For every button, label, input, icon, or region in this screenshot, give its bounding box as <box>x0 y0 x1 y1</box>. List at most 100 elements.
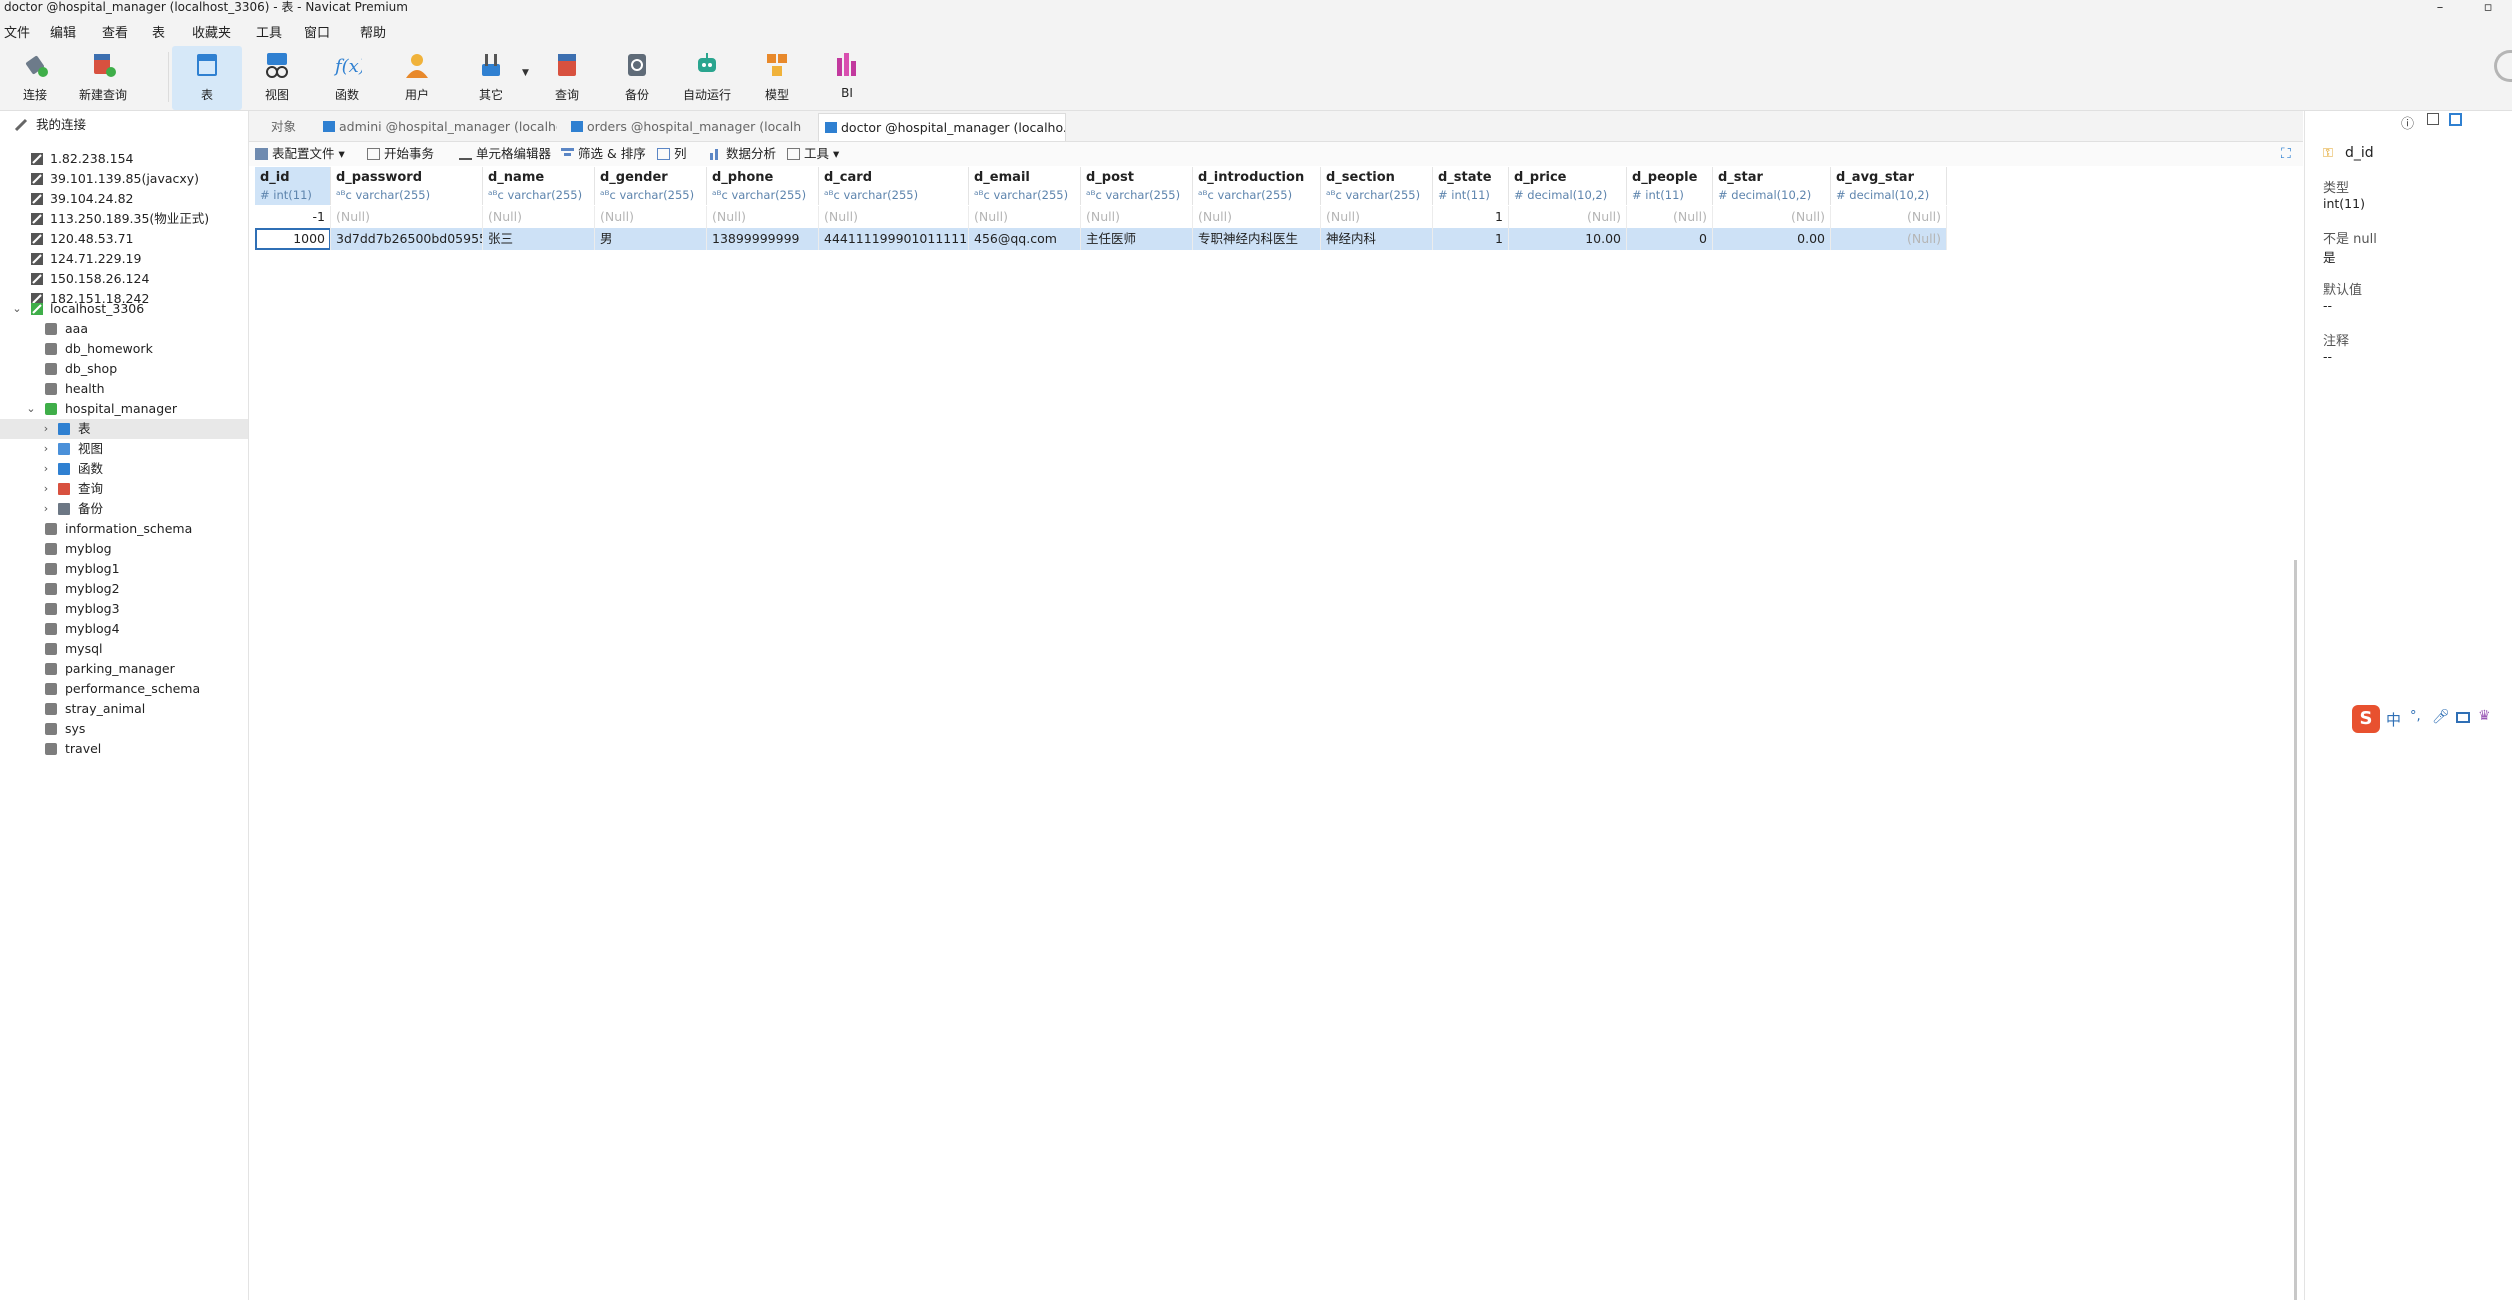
tree-database[interactable]: myblog <box>0 539 248 559</box>
chevron-right-icon[interactable]: › <box>40 499 52 519</box>
column-header[interactable]: d_state # int(11) <box>1433 167 1509 205</box>
table-cell[interactable]: (Null) <box>595 206 707 228</box>
tree-database[interactable]: myblog4 <box>0 619 248 639</box>
table-cell[interactable]: 444111199901011111 <box>819 228 969 250</box>
minimize-button[interactable]: – <box>2428 0 2452 15</box>
chevron-right-icon[interactable]: › <box>40 459 52 479</box>
tree-database[interactable]: myblog1 <box>0 559 248 579</box>
cell-editor-button[interactable]: 单元格编辑器 <box>459 145 551 163</box>
tree-connection[interactable]: 39.101.139.85(javacxy) <box>0 169 248 189</box>
tree-database[interactable]: travel <box>0 739 248 759</box>
column-header[interactable]: d_id # int(11) <box>255 167 331 205</box>
table-cell[interactable]: (Null) <box>819 206 969 228</box>
tree-database[interactable]: aaa <box>0 319 248 339</box>
table-cell[interactable]: (Null) <box>1831 206 1947 228</box>
tree-connection[interactable]: 1.82.238.154 <box>0 149 248 169</box>
table-cell[interactable]: 神经内科 <box>1321 228 1433 250</box>
menu-table[interactable]: 表 <box>152 22 165 41</box>
tab-doctor[interactable]: doctor @hospital_manager (localho... <box>818 113 1066 141</box>
menu-favorites[interactable]: 收藏夹 <box>192 22 231 41</box>
table-cell[interactable]: (Null) <box>707 206 819 228</box>
tree-connection[interactable]: 113.250.189.35(物业正式) <box>0 209 248 229</box>
tree-object-group[interactable]: › 查询 <box>0 479 248 499</box>
fullscreen-icon[interactable]: ⛶ <box>2281 145 2291 163</box>
sogou-logo-icon[interactable]: S <box>2352 705 2380 733</box>
user-button[interactable]: 用户 <box>382 46 452 110</box>
tree-connection[interactable]: 120.48.53.71 <box>0 229 248 249</box>
maximize-button[interactable]: ▫ <box>2476 0 2500 15</box>
table-cell[interactable]: (Null) <box>1713 206 1831 228</box>
chevron-right-icon[interactable]: › <box>40 439 52 459</box>
table-cell[interactable]: 1 <box>1433 228 1509 250</box>
tree-connection[interactable]: 150.158.26.124 <box>0 269 248 289</box>
chevron-right-icon[interactable]: › <box>40 479 52 499</box>
tree-object-group[interactable]: › 函数 <box>0 459 248 479</box>
tab-objects[interactable]: 对象 <box>265 113 315 141</box>
tree-database[interactable]: myblog2 <box>0 579 248 599</box>
table-cell[interactable]: 1 <box>1433 206 1509 228</box>
menu-help[interactable]: 帮助 <box>360 22 386 41</box>
chevron-down-icon[interactable]: ⌄ <box>25 399 37 419</box>
column-header[interactable]: d_star # decimal(10,2) <box>1713 167 1831 205</box>
table-cell[interactable]: (Null) <box>1831 228 1947 250</box>
tree-database[interactable]: parking_manager <box>0 659 248 679</box>
data-analysis-button[interactable]: 数据分析 <box>709 145 776 163</box>
column-header[interactable]: d_section ᵃᴮc varchar(255) <box>1321 167 1433 205</box>
tree-database[interactable]: sys <box>0 719 248 739</box>
menu-window[interactable]: 窗口 <box>304 22 330 41</box>
column-header[interactable]: d_email ᵃᴮc varchar(255) <box>969 167 1081 205</box>
column-header[interactable]: d_introduction ᵃᴮc varchar(255) <box>1193 167 1321 205</box>
table-cell[interactable]: 张三 <box>483 228 595 250</box>
tree-connection[interactable]: 124.71.229.19 <box>0 249 248 269</box>
tab-admini[interactable]: admini @hospital_manager (localho... <box>317 113 557 141</box>
view-button[interactable]: 视图 <box>242 46 312 110</box>
menu-tools[interactable]: 工具 <box>256 22 282 41</box>
table-cell[interactable]: (Null) <box>1509 206 1627 228</box>
other-button[interactable]: 其它 ▼ <box>456 46 529 110</box>
tree-object-group[interactable]: › 视图 <box>0 439 248 459</box>
vertical-scrollbar[interactable] <box>2294 560 2297 1300</box>
my-connections-header[interactable]: 我的连接 <box>0 115 248 135</box>
tree-database[interactable]: performance_schema <box>0 679 248 699</box>
tree-database[interactable]: myblog3 <box>0 599 248 619</box>
table-cell[interactable]: (Null) <box>1193 206 1321 228</box>
table-button[interactable]: 表 <box>172 46 242 110</box>
tree-database[interactable]: information_schema <box>0 519 248 539</box>
table-cell[interactable]: (Null) <box>331 206 483 228</box>
columns-button[interactable]: 列 <box>657 145 687 163</box>
column-header[interactable]: d_avg_star # decimal(10,2) <box>1831 167 1947 205</box>
table-cell[interactable]: (Null) <box>483 206 595 228</box>
ddl-icon[interactable] <box>2427 113 2439 125</box>
begin-transaction-button[interactable]: 开始事务 <box>367 145 434 163</box>
info-icon[interactable]: ⓘ <box>2401 113 2414 132</box>
table-cell[interactable]: 0 <box>1627 228 1713 250</box>
table-cell[interactable]: (Null) <box>1081 206 1193 228</box>
skin-icon[interactable]: ♛ <box>2478 708 2491 724</box>
chevron-down-icon[interactable]: ⌄ <box>11 299 23 319</box>
column-header[interactable]: d_password ᵃᴮc varchar(255) <box>331 167 483 205</box>
tree-database[interactable]: db_shop <box>0 359 248 379</box>
filter-sort-button[interactable]: 筛选 & 排序 <box>561 145 646 163</box>
column-header[interactable]: d_post ᵃᴮc varchar(255) <box>1081 167 1193 205</box>
tree-localhost[interactable]: ⌄ localhost_3306 <box>0 299 248 319</box>
table-cell[interactable]: 456@qq.com <box>969 228 1081 250</box>
query-button[interactable]: 查询 <box>532 46 602 110</box>
table-cell[interactable]: -1 <box>255 206 331 228</box>
new-query-button[interactable]: 新建查询 <box>68 46 138 110</box>
automation-button[interactable]: 自动运行 <box>672 46 742 110</box>
column-header[interactable]: d_people # int(11) <box>1627 167 1713 205</box>
grid-view-icon[interactable] <box>2449 113 2462 126</box>
menu-view[interactable]: 查看 <box>102 22 128 41</box>
ime-chinese-toggle[interactable]: 中 <box>2386 709 2401 730</box>
table-cell[interactable]: (Null) <box>1627 206 1713 228</box>
table-cell[interactable]: 13899999999 <box>707 228 819 250</box>
column-header[interactable]: d_gender ᵃᴮc varchar(255) <box>595 167 707 205</box>
bi-button[interactable]: BI <box>812 46 882 110</box>
table-cell[interactable]: 1000 <box>255 228 331 250</box>
tools-button[interactable]: 工具 ▾ <box>787 145 839 163</box>
model-button[interactable]: 模型 <box>742 46 812 110</box>
table-cell[interactable]: (Null) <box>969 206 1081 228</box>
backup-button[interactable]: 备份 <box>602 46 672 110</box>
tree-database[interactable]: mysql <box>0 639 248 659</box>
column-header[interactable]: d_name ᵃᴮc varchar(255) <box>483 167 595 205</box>
